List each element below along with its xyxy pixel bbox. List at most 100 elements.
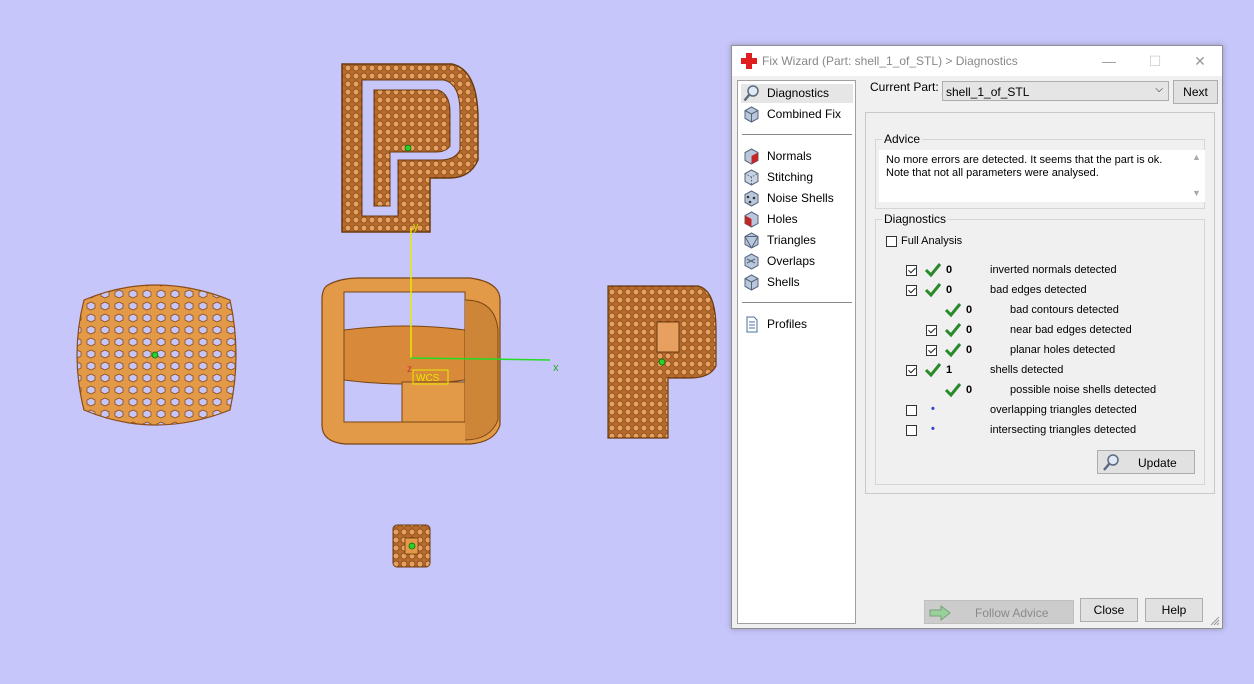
update-button[interactable]: Update: [1097, 450, 1195, 474]
nav-item-label: Triangles: [767, 233, 816, 247]
nav-item-label: Profiles: [767, 317, 808, 331]
intersecting-triangles-checkbox[interactable]: [906, 425, 917, 436]
close-button[interactable]: Close: [1080, 598, 1138, 622]
nav-item-label: Stitching: [767, 170, 814, 184]
nav-item-label: Combined Fix: [767, 107, 842, 121]
resize-grip-icon[interactable]: [1210, 616, 1220, 626]
nav-item-diagnostics[interactable]: Diagnostics: [741, 84, 853, 103]
inverted-normals-checkbox[interactable]: [906, 265, 917, 276]
planar-holes-label: planar holes detected: [1010, 344, 1116, 356]
triangles-cube-icon: [744, 232, 759, 249]
advice-box: No more errors are detected. It seems th…: [879, 150, 1205, 202]
overlapping-triangles-checkbox[interactable]: [906, 405, 917, 416]
follow-advice-button[interactable]: Follow Advice: [924, 600, 1074, 624]
near-bad-edges-label: near bad edges detected: [1010, 324, 1132, 336]
overlaps-cube-icon: [744, 253, 759, 270]
cube-icon: [744, 106, 759, 123]
magnifier-icon: [1103, 454, 1119, 471]
pending-dot-icon: •: [931, 423, 935, 435]
advice-text: No more errors are detected. It seems th…: [886, 154, 1163, 179]
check-icon: [944, 323, 962, 338]
document-icon: [746, 316, 758, 333]
scroll-up-icon[interactable]: ▲: [1192, 152, 1201, 162]
bad-contours-count: 0: [966, 304, 973, 316]
nav-item-holes[interactable]: Holes: [741, 210, 853, 229]
arrow-right-icon: [929, 605, 951, 621]
advice-group: Advice No more errors are detected. It s…: [875, 132, 1205, 209]
title-bar[interactable]: Fix Wizard (Part: shell_1_of_STL) > Diag…: [732, 46, 1222, 76]
nav-item-triangles[interactable]: Triangles: [741, 231, 853, 250]
normals-cube-icon: [744, 148, 759, 165]
near-bad-edges-count: 0: [966, 324, 973, 336]
hex-mesh-ring-part[interactable]: [76, 284, 237, 426]
nav-item-label: Overlaps: [767, 254, 816, 268]
diagnostics-panel: Advice No more errors are detected. It s…: [865, 112, 1215, 494]
intersecting-triangles-label: intersecting triangles detected: [990, 424, 1137, 436]
diagnostics-group: Diagnostics Full Analysis 0 inverted nor…: [875, 212, 1205, 485]
check-icon: [924, 263, 942, 278]
nav-item-label: Diagnostics: [767, 86, 830, 100]
overlapping-triangles-label: overlapping triangles detected: [990, 404, 1137, 416]
check-icon: [944, 383, 962, 398]
update-label: Update: [1138, 456, 1177, 470]
minimize-button[interactable]: —: [1086, 46, 1132, 76]
inverted-normals-label: inverted normals detected: [990, 264, 1117, 276]
nav-item-overlaps[interactable]: Overlaps: [741, 252, 853, 271]
advice-title: Advice: [882, 132, 923, 146]
scroll-down-icon[interactable]: ▼: [1192, 188, 1201, 198]
check-icon: [944, 303, 962, 318]
bad-edges-count: 0: [946, 284, 953, 296]
axis-x-label: x: [553, 362, 559, 374]
nav-item-label: Shells: [767, 275, 800, 289]
chevron-down-icon: ⌵: [1155, 84, 1163, 95]
letter-p-top-part[interactable]: [341, 63, 479, 233]
noise-shells-icon: [744, 190, 759, 207]
nav-divider: [742, 302, 852, 303]
bad-edges-checkbox[interactable]: [906, 285, 917, 296]
follow-advice-label: Follow Advice: [975, 606, 1049, 620]
noise-shells-count: 0: [966, 384, 973, 396]
stitching-cube-icon: [744, 169, 759, 186]
nav-item-label: Holes: [767, 212, 798, 226]
nav-item-shells[interactable]: Shells: [741, 273, 853, 292]
close-window-button[interactable]: ✕: [1177, 46, 1223, 76]
planar-holes-count: 0: [966, 344, 973, 356]
nav-divider: [742, 134, 852, 135]
current-part-value: shell_1_of_STL: [946, 85, 1030, 99]
inverted-normals-count: 0: [946, 264, 953, 276]
planar-holes-checkbox[interactable]: [926, 345, 937, 356]
fix-wizard-dialog: Fix Wizard (Part: shell_1_of_STL) > Diag…: [731, 45, 1223, 629]
next-button[interactable]: Next: [1173, 80, 1218, 104]
nav-item-normals[interactable]: Normals: [741, 147, 853, 166]
bad-edges-label: bad edges detected: [990, 284, 1087, 296]
nav-item-label: Normals: [767, 149, 812, 163]
pending-dot-icon: •: [931, 403, 935, 415]
axis-z-label: z: [407, 364, 412, 375]
nav-item-noise-shells[interactable]: Noise Shells: [741, 189, 853, 208]
shells-cube-icon: [744, 274, 759, 291]
nav-item-profiles[interactable]: Profiles: [741, 315, 853, 334]
shells-label: shells detected: [990, 364, 1064, 376]
current-part-select[interactable]: shell_1_of_STL ⌵: [942, 81, 1169, 101]
wcs-label: WCS: [416, 373, 440, 384]
current-part-label: Current Part:: [870, 80, 939, 94]
holes-cube-icon: [744, 211, 759, 228]
near-bad-edges-checkbox[interactable]: [926, 325, 937, 336]
shells-checkbox[interactable]: [906, 365, 917, 376]
nav-item-combined-fix[interactable]: Combined Fix: [741, 105, 853, 124]
magnifier-icon: [743, 85, 759, 102]
help-button[interactable]: Help: [1145, 598, 1203, 622]
letter-p-right-part[interactable]: [607, 285, 717, 439]
maximize-button[interactable]: ☐: [1132, 46, 1178, 76]
full-analysis-checkbox[interactable]: [886, 236, 897, 247]
advice-scrollbar[interactable]: ▲ ▼: [1188, 150, 1205, 202]
check-icon: [944, 343, 962, 358]
nav-item-stitching[interactable]: Stitching: [741, 168, 853, 187]
diagnostics-title: Diagnostics: [882, 212, 949, 226]
small-block-part[interactable]: [392, 524, 431, 568]
nav-item-label: Noise Shells: [767, 191, 834, 205]
bad-contours-label: bad contours detected: [1010, 304, 1119, 316]
window-title: Fix Wizard (Part: shell_1_of_STL) > Diag…: [762, 54, 1018, 68]
check-icon: [924, 363, 942, 378]
noise-shells-label: possible noise shells detected: [1010, 384, 1157, 396]
